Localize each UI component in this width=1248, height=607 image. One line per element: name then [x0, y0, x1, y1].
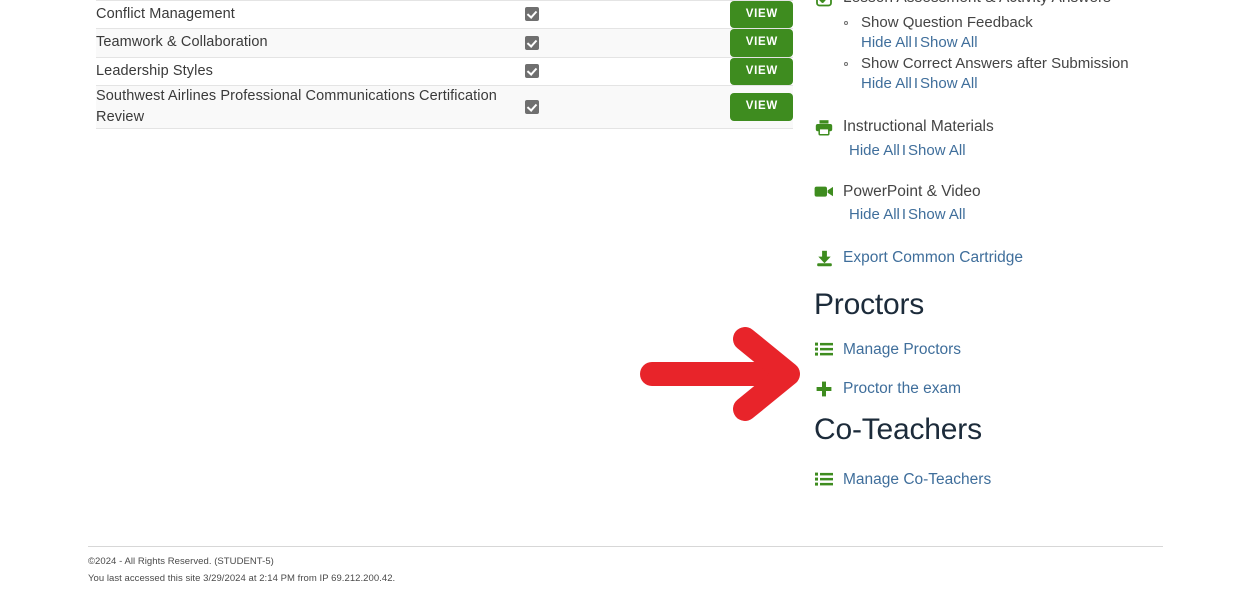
table-row: Leadership Styles VIEW [96, 57, 793, 86]
lesson-title: Teamwork & Collaboration [96, 34, 268, 51]
view-button[interactable]: VIEW [729, 0, 793, 28]
view-button[interactable]: VIEW [729, 29, 793, 57]
red-right-arrow-icon [640, 327, 800, 421]
proctor-the-exam-row[interactable]: Proctor the exam [814, 379, 1144, 400]
instructional-materials-label: Instructional Materials [843, 117, 994, 135]
list-icon [814, 340, 834, 356]
assessment-answers-row: Lesson Assessment & Activity Answers [814, 0, 1144, 9]
table-row: Southwest Airlines Professional Communic… [96, 85, 793, 129]
instructional-materials-toggle-links: Hide All I Show All [814, 141, 1144, 161]
lesson-checkbox-cell [524, 57, 654, 86]
lesson-checkbox-cell [524, 29, 654, 58]
course-tools-sidebar: Lesson Assessment & Activity Answers Sho… [814, 0, 1144, 490]
video-camera-icon [814, 182, 834, 199]
show-all-link[interactable]: Show All [908, 206, 966, 223]
link-separator: I [901, 206, 907, 224]
correct-answers-toggle-links: Hide All I Show All [861, 74, 1144, 94]
hide-all-link[interactable]: Hide All [861, 75, 912, 92]
assessment-answers-label: Lesson Assessment & Activity Answers [843, 0, 1111, 9]
checkbox-checked-icon[interactable] [524, 64, 539, 79]
lesson-title: Southwest Airlines Professional Communic… [96, 88, 497, 126]
lesson-title-cell: Leadership Styles [96, 57, 525, 86]
question-feedback-toggle-links: Hide All I Show All [861, 33, 1144, 53]
view-button[interactable]: VIEW [729, 57, 793, 85]
table-row: Conflict Management VIEW [96, 0, 793, 29]
manage-coteachers-link[interactable]: Manage Co-Teachers [843, 470, 991, 491]
printer-icon [814, 117, 834, 136]
lesson-checkbox-cell [524, 0, 654, 29]
hide-all-link[interactable]: Hide All [861, 34, 912, 51]
link-separator: I [913, 74, 919, 92]
lessons-table: Managing Diversity VIEW Conflict Managem… [96, 0, 793, 129]
hide-all-link[interactable]: Hide All [849, 142, 900, 159]
checkbox-checked-icon[interactable] [524, 7, 539, 22]
powerpoint-video-toggle-links: Hide All I Show All [814, 205, 1144, 225]
show-question-feedback-label: Show Question Feedback [861, 13, 1033, 31]
list-item: Show Question Feedback Hide All I Show All [844, 13, 1144, 53]
export-common-cartridge-row[interactable]: Export Common Cartridge [814, 248, 1144, 269]
lesson-checkbox-cell [524, 86, 654, 129]
export-common-cartridge-link[interactable]: Export Common Cartridge [843, 248, 1023, 269]
show-correct-answers-label: Show Correct Answers after Submission [861, 54, 1129, 72]
instructional-materials-row: Instructional Materials [814, 117, 1144, 138]
footer-last-access: You last accessed this site 3/29/2024 at… [88, 572, 396, 584]
checkbox-checked-icon[interactable] [524, 99, 539, 114]
powerpoint-video-label: PowerPoint & Video [843, 182, 981, 200]
assessment-sub-list: Show Question Feedback Hide All I Show All… [814, 13, 1144, 94]
lessons-table-body: Managing Diversity VIEW Conflict Managem… [96, 0, 793, 129]
link-separator: I [901, 141, 907, 159]
plus-icon [814, 379, 834, 397]
powerpoint-video-row: PowerPoint & Video [814, 182, 1144, 203]
manage-proctors-row[interactable]: Manage Proctors [814, 340, 1144, 361]
proctors-heading: Proctors [814, 288, 925, 322]
lesson-title: Leadership Styles [96, 62, 213, 79]
show-all-link[interactable]: Show All [920, 75, 978, 92]
show-all-link[interactable]: Show All [920, 34, 978, 51]
lesson-view-cell: VIEW [654, 0, 793, 29]
view-button[interactable]: VIEW [729, 93, 793, 121]
page-footer: ©2024 - All Rights Reserved. (STUDENT-5)… [88, 546, 1163, 587]
hide-all-link[interactable]: Hide All [849, 206, 900, 223]
manage-proctors-link[interactable]: Manage Proctors [843, 340, 961, 361]
green-check-box-icon [814, 0, 834, 7]
footer-copyright: ©2024 - All Rights Reserved. (STUDENT-5) [88, 556, 274, 567]
manage-coteachers-row[interactable]: Manage Co-Teachers [814, 470, 1144, 491]
lesson-view-cell: VIEW [654, 29, 793, 58]
lesson-title-cell: Teamwork & Collaboration [96, 29, 525, 58]
show-all-link[interactable]: Show All [908, 142, 966, 159]
proctor-the-exam-link[interactable]: Proctor the exam [843, 379, 961, 400]
lesson-title-cell: Southwest Airlines Professional Communic… [96, 86, 525, 129]
red-right-arrow-annotation [638, 319, 810, 429]
lesson-view-cell: VIEW [654, 86, 793, 129]
list-item: Show Correct Answers after Submission Hi… [844, 54, 1144, 94]
coteachers-heading: Co-Teachers [814, 413, 982, 447]
lesson-view-cell: VIEW [654, 57, 793, 86]
lesson-title: Conflict Management [96, 5, 235, 22]
link-separator: I [913, 33, 919, 51]
checkbox-checked-icon[interactable] [524, 35, 539, 50]
table-row: Teamwork & Collaboration VIEW [96, 28, 793, 58]
lesson-title-cell: Conflict Management [96, 0, 525, 29]
download-icon [814, 248, 834, 267]
list-icon [814, 470, 834, 486]
